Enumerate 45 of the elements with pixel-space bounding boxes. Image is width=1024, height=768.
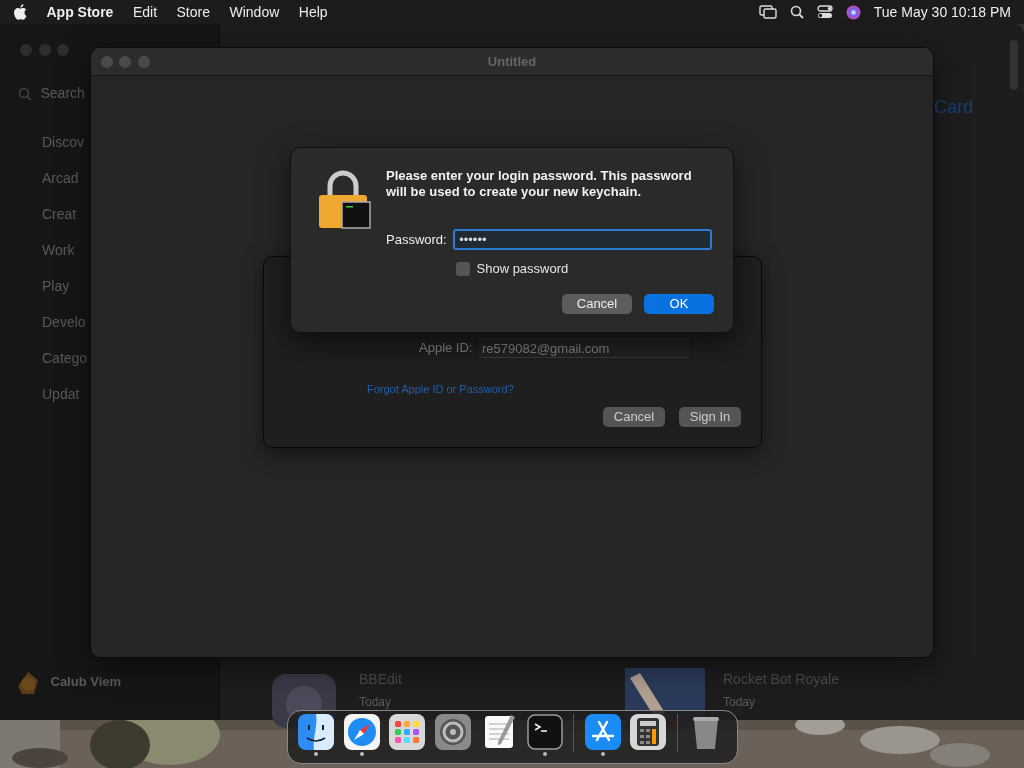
account-name[interactable]: Calub Viem	[50, 672, 122, 692]
app-grid-icon[interactable]	[389, 714, 426, 751]
menu-item[interactable]: Store	[176, 1, 210, 23]
password-field[interactable]: ••••••	[453, 229, 713, 250]
siri-icon[interactable]	[845, 4, 861, 20]
search-icon	[18, 86, 32, 101]
field-label: Password:	[386, 230, 447, 249]
control-center-icon[interactable]	[816, 5, 833, 19]
sidebar-item[interactable]: Develo	[42, 312, 86, 333]
menu-item[interactable]: Window	[229, 1, 280, 23]
calculator-icon[interactable]	[630, 714, 667, 751]
sidebar-item[interactable]: Play	[42, 276, 70, 297]
terminal-icon[interactable]	[526, 714, 563, 751]
sidebar-item[interactable]: Discov	[42, 132, 84, 153]
search-icon[interactable]	[789, 5, 804, 19]
button[interactable]: OK	[644, 294, 714, 314]
app-store-icon[interactable]	[584, 714, 621, 751]
sidebar-item[interactable]: Catego	[42, 348, 88, 369]
gear-icon[interactable]	[435, 714, 471, 751]
sidebar-item[interactable]: Arcad	[42, 168, 79, 189]
padlock-icon	[318, 170, 374, 230]
checkbox[interactable]: Show password	[456, 259, 569, 279]
window-title: Untitled	[487, 52, 537, 71]
field-label: Apple ID:	[419, 339, 473, 358]
menu-item[interactable]: Edit	[132, 1, 157, 23]
sidebar-item[interactable]: Work	[42, 240, 75, 261]
apple-id-field[interactable]: re579082@gmail.com	[479, 338, 689, 358]
forgot-link[interactable]: Forgot Apple ID or Password?	[367, 381, 514, 398]
app-date: Today	[723, 694, 757, 711]
finder-icon[interactable]	[297, 714, 334, 751]
screen-mirroring-icon[interactable]	[758, 5, 777, 19]
button[interactable]: Cancel	[603, 407, 665, 427]
app-date: Today	[359, 694, 393, 711]
button[interactable]: Cancel	[562, 294, 632, 314]
sidebar-item[interactable]: Updat	[42, 384, 80, 405]
app-menu[interactable]: App Store	[46, 1, 114, 23]
checkbox-label: Show password	[476, 260, 569, 278]
button[interactable]: Sign In	[679, 407, 741, 427]
dialog-message: Please enter your login password. This password will be used to create your new keychain.	[386, 168, 693, 200]
apple-icon[interactable]	[13, 4, 27, 20]
menu-clock[interactable]: Tue May 30 10:18 PM	[873, 1, 1011, 23]
sidebar-item[interactable]: Creat	[42, 204, 77, 225]
search-field[interactable]: Search	[38, 82, 91, 105]
menu-item[interactable]: Help	[298, 1, 328, 23]
compass-icon[interactable]	[343, 714, 380, 751]
